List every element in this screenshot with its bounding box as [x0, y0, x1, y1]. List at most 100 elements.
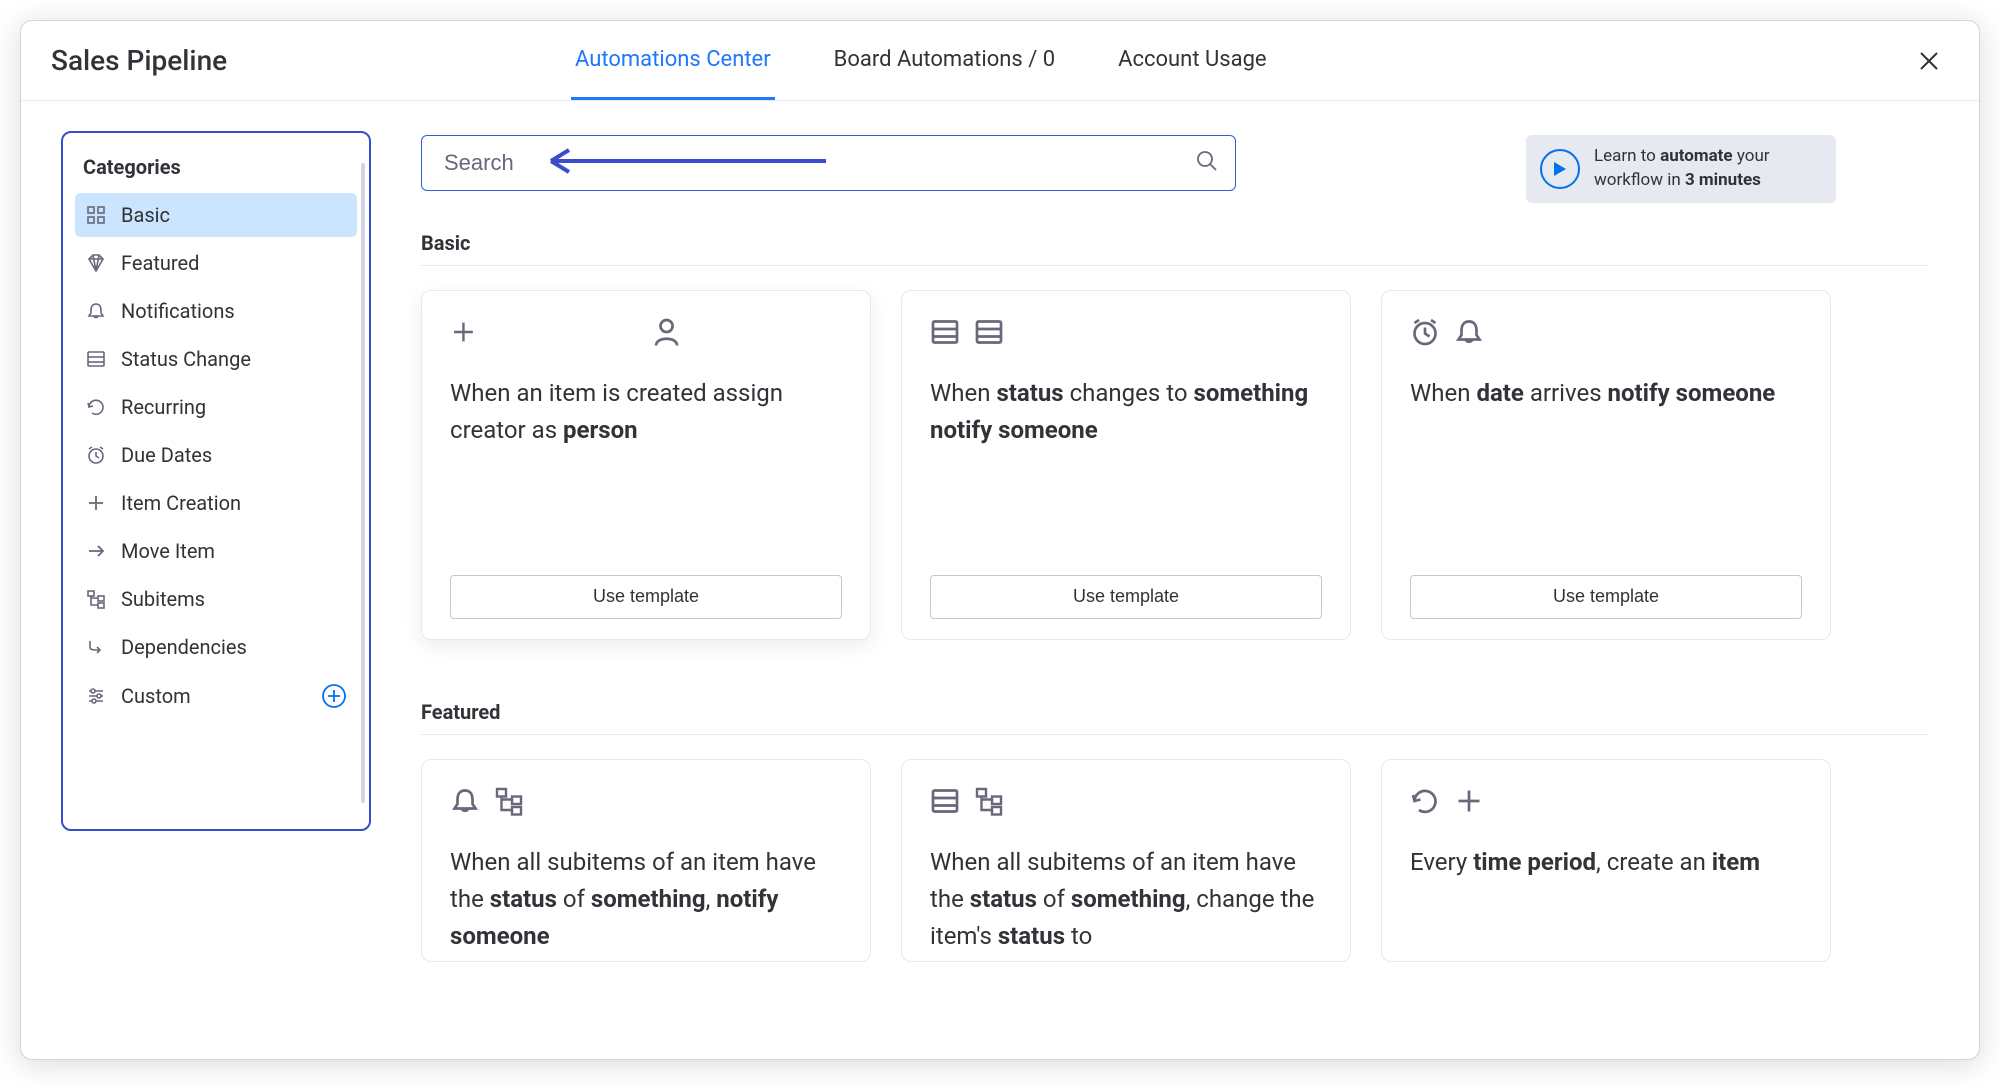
list-icon — [974, 317, 1004, 347]
sidebar-item-label: Due Dates — [121, 443, 212, 467]
categories-sidebar: Categories Basic Featured — [61, 131, 371, 831]
sidebar-item-subitems[interactable]: Subitems — [75, 577, 357, 621]
tab-account-usage[interactable]: Account Usage — [1114, 21, 1270, 100]
sidebar-item-dependencies[interactable]: Dependencies — [75, 625, 357, 669]
alarm-icon — [85, 444, 107, 466]
section-featured: Featured When all subitems of an item ha… — [421, 700, 1929, 963]
section-title-featured: Featured — [421, 700, 1929, 735]
promo-t1: Learn to — [1594, 146, 1660, 166]
sidebar-wrap: Categories Basic Featured — [21, 101, 381, 1059]
search-icon — [1196, 150, 1218, 176]
t: status — [490, 885, 557, 913]
t: someone — [1676, 379, 1776, 407]
tree-icon — [494, 786, 524, 816]
list-icon — [85, 348, 107, 370]
card-text: When all subitems of an item have the st… — [450, 844, 842, 956]
bell-icon — [85, 300, 107, 322]
t: person — [563, 416, 638, 444]
sidebar-item-label: Dependencies — [121, 635, 247, 659]
sidebar-item-move-item[interactable]: Move Item — [75, 529, 357, 573]
sidebar-item-due-dates[interactable]: Due Dates — [75, 433, 357, 477]
main-top-row: Learn to automate your workflow in 3 min… — [421, 135, 1929, 203]
t: something — [591, 885, 706, 913]
tab-board-automations[interactable]: Board Automations / 0 — [830, 21, 1059, 100]
sidebar-item-label: Custom — [121, 684, 191, 708]
topbar: Sales Pipeline Automations Center Board … — [21, 21, 1979, 101]
t: status — [996, 379, 1063, 407]
template-card[interactable]: When status changes to something notify … — [901, 290, 1351, 640]
t: date — [1476, 379, 1523, 407]
learn-automate-promo[interactable]: Learn to automate your workflow in 3 min… — [1526, 135, 1836, 203]
template-card[interactable]: When date arrives notify someone Use tem… — [1381, 290, 1831, 640]
add-custom-icon[interactable] — [321, 683, 347, 709]
sidebar-scrollbar[interactable] — [361, 163, 365, 803]
list-icon — [930, 317, 960, 347]
sidebar-item-notifications[interactable]: Notifications — [75, 289, 357, 333]
sidebar-item-label: Basic — [121, 203, 170, 227]
card-text: When all subitems of an item have the st… — [930, 844, 1322, 956]
category-list: Basic Featured Notifications — [75, 193, 357, 719]
template-card[interactable]: When all subitems of an item have the st… — [421, 759, 871, 963]
tabs: Automations Center Board Automations / 0… — [571, 21, 1271, 100]
alarm-icon — [1410, 317, 1440, 347]
sidebar-item-recurring[interactable]: Recurring — [75, 385, 357, 429]
card-icons — [1410, 317, 1802, 347]
close-icon[interactable] — [1909, 41, 1949, 81]
search-input[interactable] — [421, 135, 1236, 191]
automations-window: Sales Pipeline Automations Center Board … — [20, 20, 1980, 1060]
sidebar-item-status-change[interactable]: Status Change — [75, 337, 357, 381]
recurring-icon — [85, 396, 107, 418]
sidebar-item-custom[interactable]: Custom — [75, 673, 357, 719]
t: When — [1410, 379, 1476, 407]
t: , — [706, 885, 717, 913]
page-title: Sales Pipeline — [51, 44, 571, 77]
sidebar-item-label: Notifications — [121, 299, 235, 323]
t: , create an — [1596, 848, 1712, 876]
t: time period — [1473, 848, 1596, 876]
use-template-button[interactable]: Use template — [450, 575, 842, 619]
t: something — [1071, 885, 1186, 913]
main-content: Learn to automate your workflow in 3 min… — [381, 101, 1979, 1059]
t: status — [970, 885, 1037, 913]
template-card[interactable]: When all subitems of an item have the st… — [901, 759, 1351, 963]
diamond-icon — [85, 252, 107, 274]
t: status — [998, 922, 1065, 950]
sidebar-item-label: Featured — [121, 251, 199, 275]
card-icons — [1410, 786, 1802, 816]
t: notify — [930, 416, 992, 444]
tab-automations-center[interactable]: Automations Center — [571, 21, 775, 100]
t: of — [1037, 885, 1071, 913]
arrow-right-icon — [85, 540, 107, 562]
use-template-button[interactable]: Use template — [1410, 575, 1802, 619]
card-text: When status changes to something notify … — [930, 375, 1322, 555]
t: of — [557, 885, 591, 913]
t: someone — [998, 416, 1098, 444]
featured-cards: When all subitems of an item have the st… — [421, 759, 1929, 963]
section-basic: Basic When an item is created assign cre… — [421, 231, 1929, 640]
template-card[interactable]: Every time period, create an item — [1381, 759, 1831, 963]
sidebar-item-basic[interactable]: Basic — [75, 193, 357, 237]
plus-icon — [450, 317, 477, 347]
sidebar-item-featured[interactable]: Featured — [75, 241, 357, 285]
person-icon — [491, 317, 842, 347]
template-card[interactable]: When an item is created assign creator a… — [421, 290, 871, 640]
section-title-basic: Basic — [421, 231, 1929, 266]
card-icons — [930, 317, 1322, 347]
t: Every — [1410, 848, 1473, 876]
plus-icon — [85, 492, 107, 514]
sidebar-item-label: Move Item — [121, 539, 215, 563]
use-template-button[interactable]: Use template — [930, 575, 1322, 619]
sidebar-item-label: Status Change — [121, 347, 251, 371]
t: changes to — [1064, 379, 1194, 407]
sidebar-item-item-creation[interactable]: Item Creation — [75, 481, 357, 525]
card-icons — [930, 786, 1322, 816]
promo-text: Learn to automate your workflow in 3 min… — [1594, 145, 1770, 193]
card-text: When date arrives notify someone — [1410, 375, 1802, 555]
sidebar-item-label: Item Creation — [121, 491, 241, 515]
t: something — [1193, 379, 1308, 407]
play-icon — [1540, 149, 1580, 189]
promo-t2: automate — [1660, 146, 1733, 166]
plus-icon — [1454, 786, 1484, 816]
dependency-icon — [85, 636, 107, 658]
tree-icon — [974, 786, 1004, 816]
